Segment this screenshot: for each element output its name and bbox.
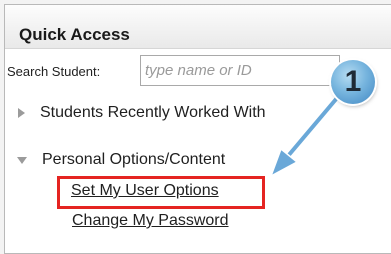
search-student-input[interactable] [140, 55, 340, 86]
change-my-password-link[interactable]: Change My Password [72, 212, 229, 230]
panel-title: Quick Access [19, 25, 130, 44]
search-student-label: Search Student: [7, 64, 101, 79]
section-personal-options[interactable]: Personal Options/Content [17, 151, 225, 169]
panel-header: Quick Access [5, 5, 391, 49]
callout-badge: 1 [331, 60, 375, 104]
section-personal-options-label[interactable]: Personal Options/Content [42, 151, 225, 169]
section-recent-students[interactable]: Students Recently Worked With [18, 104, 266, 122]
triangle-down-icon[interactable] [17, 156, 27, 164]
highlight-box [57, 176, 265, 209]
section-recent-students-label[interactable]: Students Recently Worked With [40, 104, 266, 122]
triangle-right-icon[interactable] [18, 108, 25, 118]
